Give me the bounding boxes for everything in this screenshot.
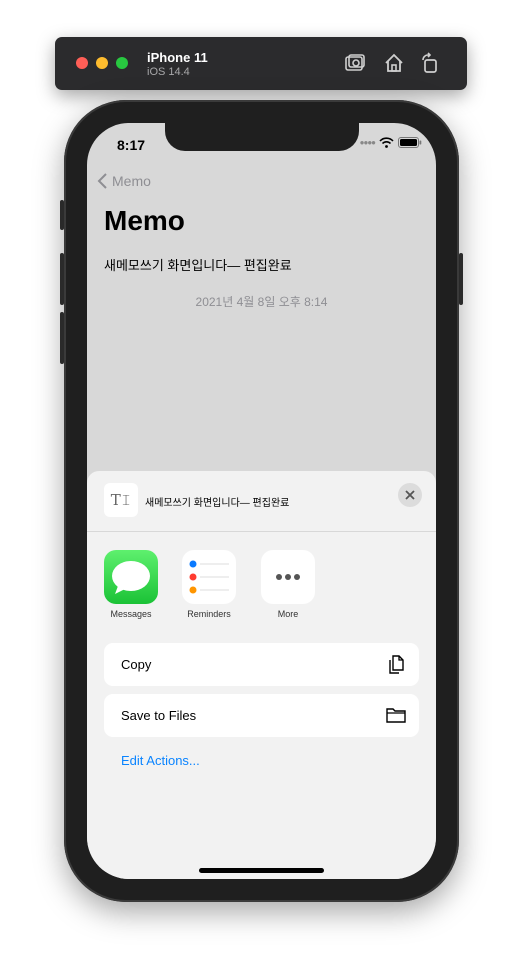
share-sheet-header: T𝙸 새메모쓰기 화면입니다— 편집완료	[87, 471, 436, 532]
page-title: Memo	[104, 205, 185, 236]
app-messages[interactable]: Messages	[91, 550, 171, 619]
copy-icon	[389, 655, 404, 674]
edit-actions-link[interactable]: Edit Actions...	[121, 753, 200, 768]
close-icon	[405, 490, 415, 500]
status-indicators: ●●●●	[360, 137, 422, 148]
save-to-files-action[interactable]: Save to Files	[104, 694, 419, 737]
doc-icon-glyph: T𝙸	[110, 491, 132, 509]
app-label: More	[277, 609, 299, 619]
messages-icon	[104, 550, 158, 604]
os-version: iOS 14.4	[147, 66, 190, 78]
home-indicator[interactable]	[199, 868, 324, 873]
signal-icon: ●●●●	[359, 138, 376, 147]
share-sheet-title: 새메모쓰기 화면입니다— 편집완료	[145, 498, 290, 509]
back-label: Memo	[112, 173, 151, 189]
more-icon	[261, 550, 315, 604]
screenshot-icon[interactable]	[344, 52, 366, 74]
home-icon[interactable]	[383, 52, 405, 74]
action-label: Copy	[121, 657, 152, 672]
wifi-icon	[379, 137, 394, 148]
rotate-icon[interactable]	[419, 52, 441, 74]
phone-screen: 8:17 ●●●● Memo Memo 새메모쓰기 화면입니다— 편집완료 20…	[87, 123, 436, 879]
mute-switch	[60, 200, 64, 230]
notch	[165, 123, 359, 151]
close-button[interactable]	[398, 483, 422, 507]
copy-action[interactable]: Copy	[104, 643, 419, 686]
app-label: Messages	[110, 609, 152, 619]
app-label: Reminders	[187, 609, 231, 619]
back-button[interactable]: Memo	[97, 173, 151, 189]
power-button	[459, 253, 463, 305]
reminders-icon	[182, 550, 236, 604]
app-reminders[interactable]: Reminders	[169, 550, 249, 619]
share-sheet: T𝙸 새메모쓰기 화면입니다— 편집완료 Messages Reminders …	[87, 471, 436, 879]
close-window-button[interactable]	[76, 57, 88, 69]
memo-content[interactable]: 새메모쓰기 화면입니다— 편집완료	[104, 255, 292, 274]
app-more[interactable]: More	[248, 550, 328, 619]
volume-up-button	[60, 253, 64, 305]
action-label: Save to Files	[121, 708, 197, 723]
minimize-window-button[interactable]	[96, 57, 108, 69]
share-apps-row: Messages Reminders More	[87, 550, 436, 630]
folder-icon	[386, 708, 406, 723]
simulator-title-bar: iPhone 11 iOS 14.4	[55, 37, 467, 90]
chevron-left-icon	[97, 173, 107, 189]
memo-date: 2021년 4월 8일 오후 8:14	[195, 295, 328, 309]
text-document-icon: T𝙸	[104, 483, 138, 517]
status-time: 8:17	[117, 137, 146, 153]
volume-down-button	[60, 312, 64, 364]
zoom-window-button[interactable]	[116, 57, 128, 69]
battery-icon	[398, 137, 422, 148]
device-name: iPhone 11	[147, 50, 208, 65]
